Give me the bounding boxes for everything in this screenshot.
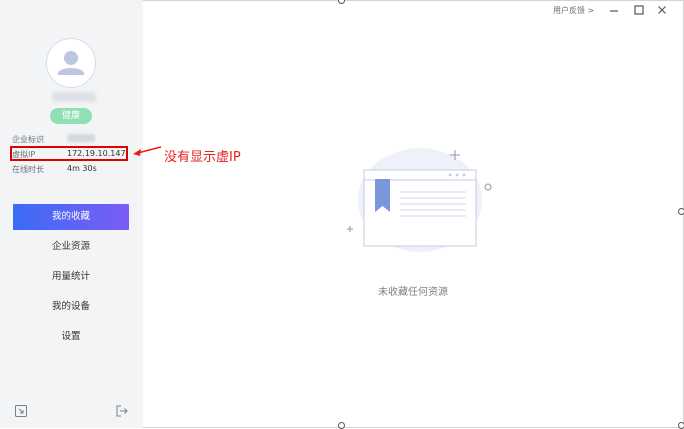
nav-my-devices[interactable]: 我的设备 xyxy=(13,294,129,320)
annotation-text: 没有显示虚IP xyxy=(164,150,241,165)
resize-handle-right[interactable] xyxy=(678,208,684,215)
empty-favorites-illustration-icon xyxy=(347,148,492,252)
logout-icon[interactable] xyxy=(115,404,129,418)
maximize-icon[interactable] xyxy=(633,4,645,16)
nav-my-favorites[interactable]: 我的收藏 xyxy=(13,204,129,230)
online-time-label: 在线时长 xyxy=(12,165,44,174)
feedback-link[interactable]: 用户反馈 > xyxy=(553,5,594,16)
company-id-label: 企业标识 xyxy=(12,135,44,144)
sidebar: 健康 企业标识 虚拟IP 172.19.10.147 在线时长 4m 30s 我… xyxy=(0,0,143,428)
nav-settings[interactable]: 设置 xyxy=(13,324,129,350)
avatar[interactable] xyxy=(46,38,96,88)
user-icon xyxy=(58,51,84,75)
online-time-value: 4m 30s xyxy=(67,164,97,173)
status-badge: 健康 xyxy=(50,108,92,124)
minimize-icon[interactable] xyxy=(608,4,620,16)
nav-usage-stats[interactable]: 用量统计 xyxy=(13,264,129,290)
close-icon[interactable] xyxy=(656,4,668,16)
annotation-arrow-icon xyxy=(133,146,162,156)
virtual-ip-highlight-box xyxy=(10,146,128,161)
shrink-window-icon[interactable] xyxy=(14,404,28,418)
nav-enterprise-resources[interactable]: 企业资源 xyxy=(13,234,129,260)
company-id-value-redacted xyxy=(67,134,95,144)
empty-state-text: 未收藏任何资源 xyxy=(378,287,448,298)
username-redacted xyxy=(52,92,96,102)
